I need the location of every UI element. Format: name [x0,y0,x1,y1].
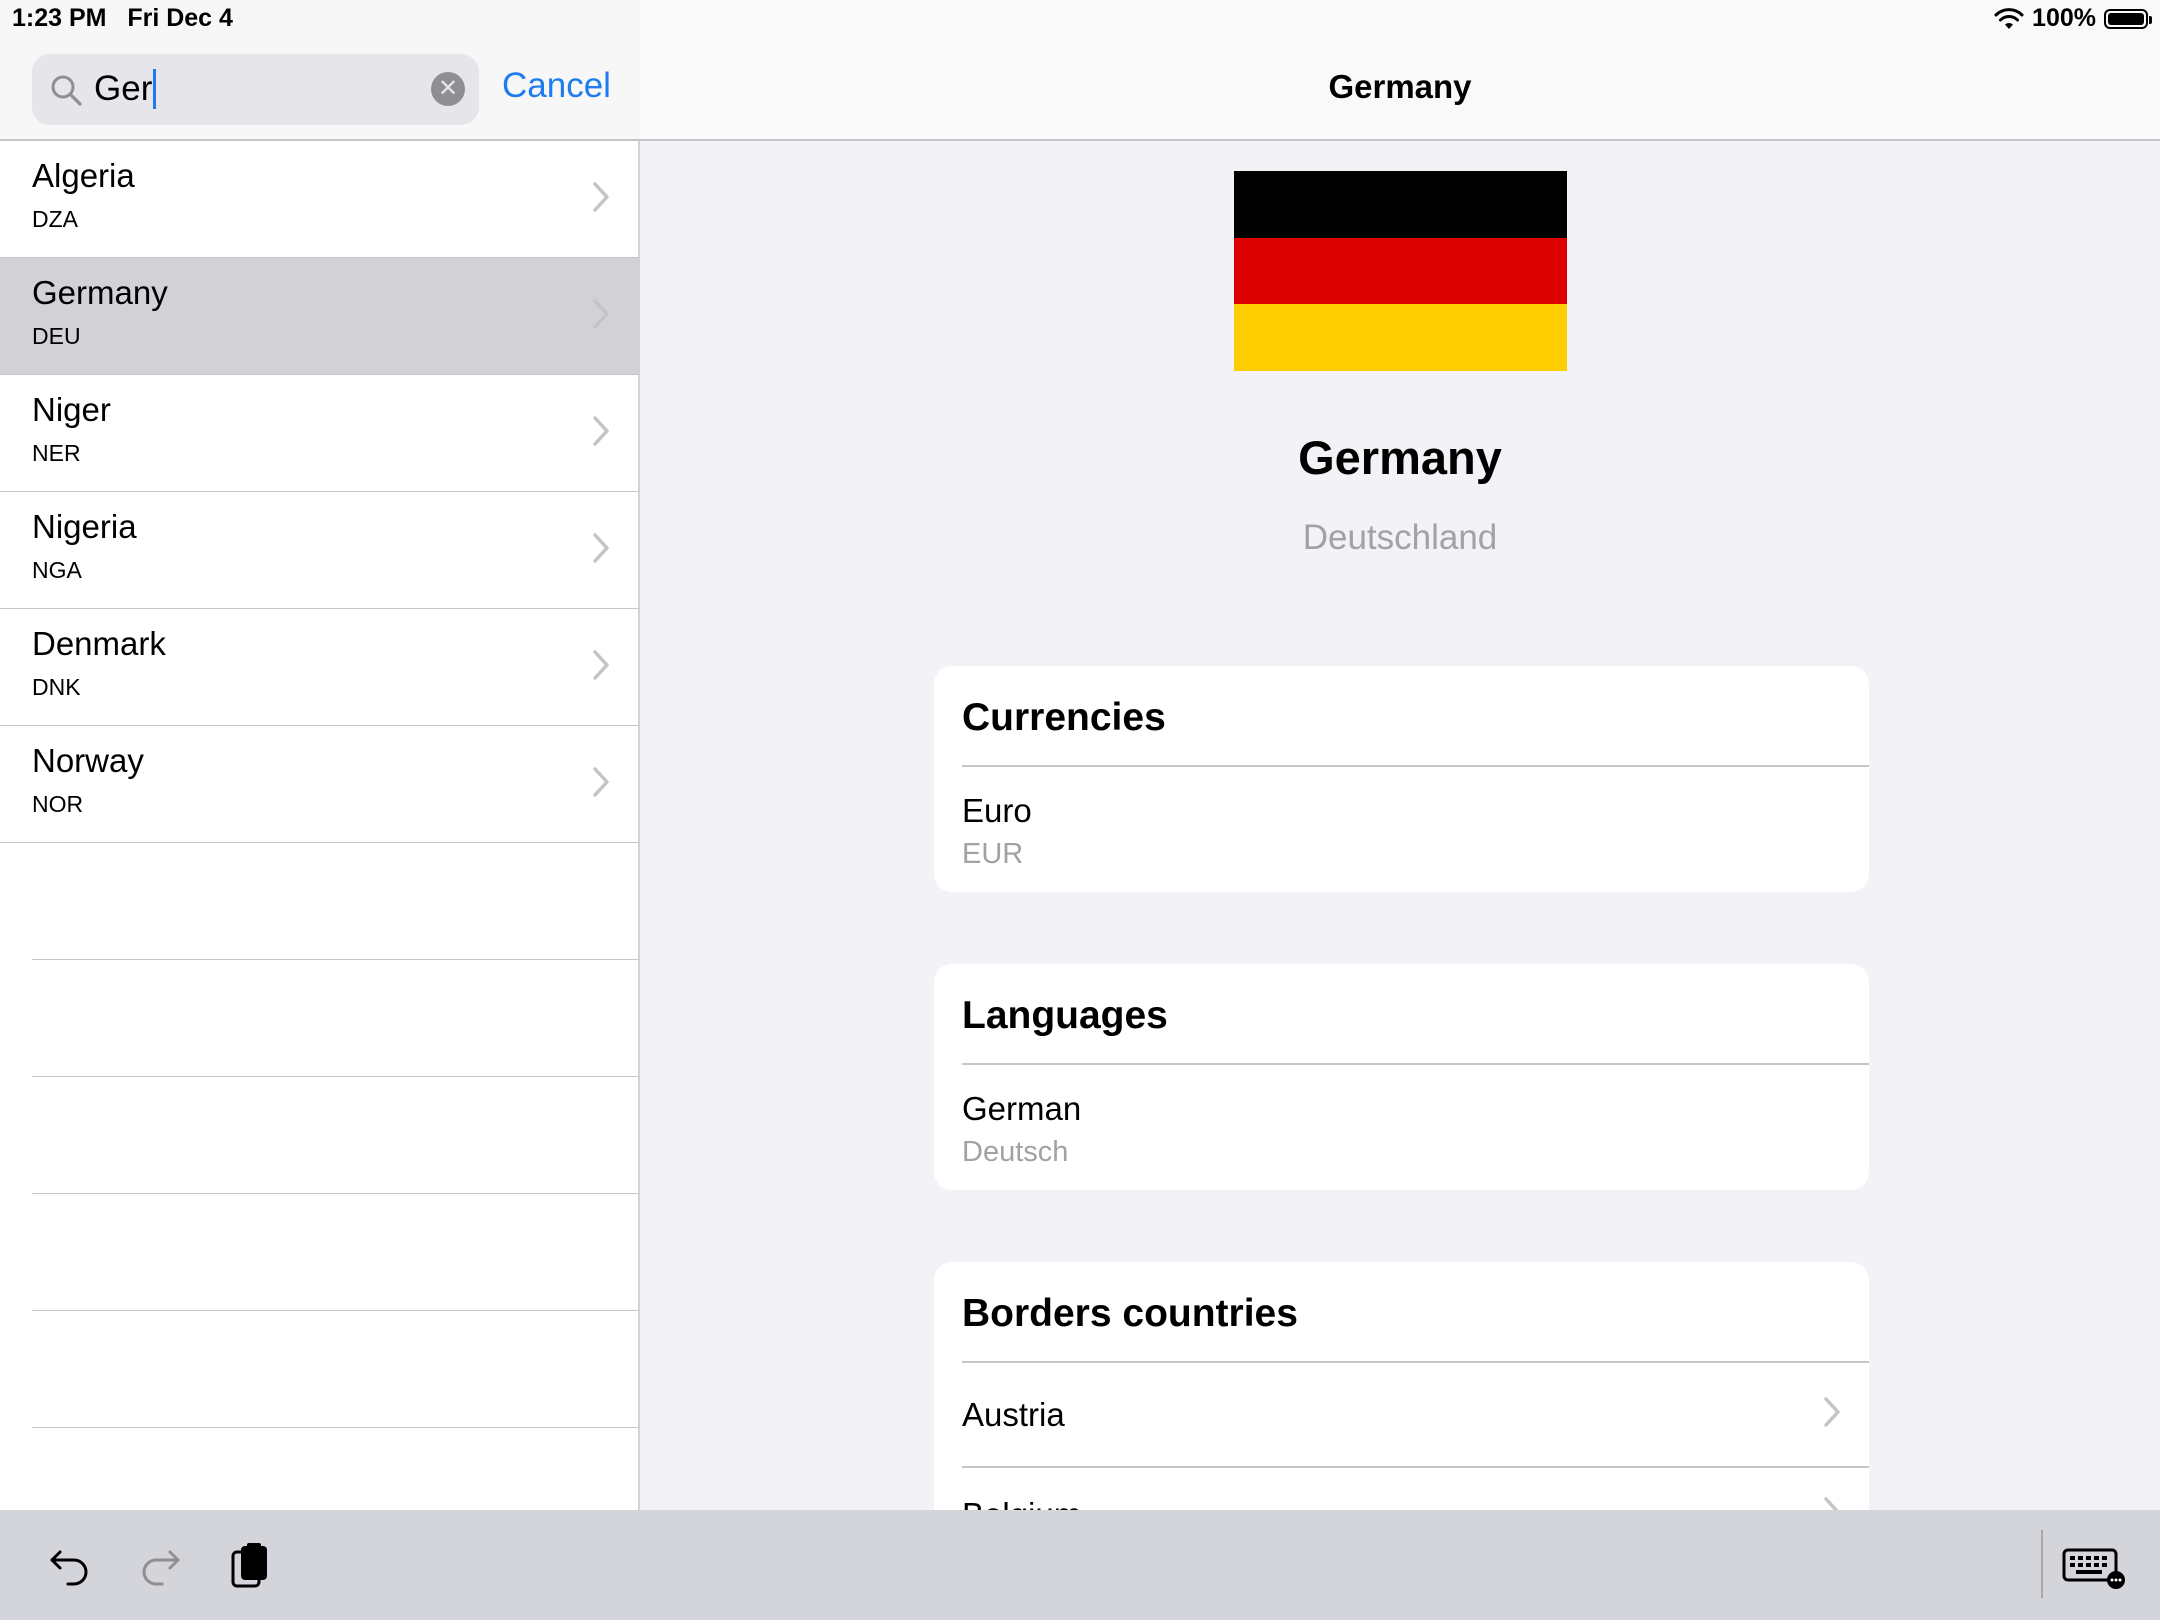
divider [962,765,1869,767]
flag-stripe-top [1234,171,1567,238]
search-field[interactable]: Ger ✕ [32,54,479,125]
flag-stripe-middle [1234,237,1567,305]
detail-nav-bar: Germany [640,0,2160,141]
country-list: Algeria DZA Germany DEU Niger NER Nigeria NGA De… [0,141,638,1545]
detail-pane: Germany Germany Deutschland Currencies E… [640,0,2160,1562]
chevron-right-icon [593,182,609,212]
country-row-germany[interactable]: Germany DEU [0,258,638,375]
empty-row [32,960,638,1077]
country-row-name: Denmark [32,625,166,662]
toolbar-separator [2041,1530,2043,1598]
cancel-button[interactable]: Cancel [502,66,611,106]
country-row-code: DZA [32,206,78,232]
country-name: Germany [1298,431,1502,484]
border-country-row-austria[interactable]: Austria [962,1366,1869,1468]
empty-row [32,1311,638,1428]
chevron-right-icon [593,299,609,329]
flag-image [1234,171,1567,371]
currency-code: EUR [962,838,1024,870]
languages-card: Languages German Deutsch [934,964,1869,1190]
currencies-title: Currencies [962,696,1166,739]
paste-icon[interactable] [226,1542,274,1590]
language-native-name: Deutsch [962,1136,1069,1168]
status-bar-time: 1:23 PM Fri Dec 4 [12,4,233,32]
search-input[interactable]: Ger [94,68,157,109]
country-row-code: NER [32,440,81,466]
country-row-code: NGA [32,557,82,583]
country-native-name: Deutschland [1302,518,1498,557]
country-row-code: NOR [32,791,84,817]
country-row-name: Algeria [32,157,135,194]
chevron-right-icon [1824,1397,1840,1427]
country-row-name: Niger [32,391,111,428]
country-row-norway[interactable]: Norway NOR [0,726,638,843]
currency-name: Euro [962,792,1032,829]
chevron-right-icon [593,416,609,446]
currencies-card: Currencies Euro EUR [934,666,1869,892]
status-bar-date: Fri Dec 4 [127,4,233,32]
status-bar-right: 100% [1994,4,2152,33]
country-row-name: Germany [32,274,168,311]
close-icon: ✕ [437,75,459,102]
sidebar: Ger ✕ Cancel Algeria DZA Germany DEU Niger NE… [0,0,640,1545]
borders-title: Borders countries [962,1292,1298,1335]
clear-search-button[interactable]: ✕ [431,72,465,106]
country-row-denmark[interactable]: Denmark DNK [0,609,638,726]
battery-percent: 100% [2032,4,2096,32]
country-row-niger[interactable]: Niger NER [0,375,638,492]
chevron-right-icon [593,767,609,797]
languages-title: Languages [962,994,1168,1037]
battery-icon [2104,8,2152,29]
country-row-name: Nigeria [32,508,137,545]
country-row-name: Norway [32,742,144,779]
text-cursor [153,68,157,109]
divider [962,1063,1869,1065]
chevron-right-icon [593,533,609,563]
divider [962,1361,1869,1363]
country-row-code: DEU [32,323,81,349]
empty-row [32,1194,638,1311]
flag-stripe-bottom [1234,304,1567,371]
wifi-icon [1994,7,2024,29]
country-row-algeria[interactable]: Algeria DZA [0,141,638,258]
search-icon [51,75,82,106]
nav-title: Germany [1328,68,1472,105]
chevron-right-icon [593,650,609,680]
redo-icon[interactable] [136,1542,184,1590]
empty-row [32,1077,638,1194]
keyboard-shortcut-bar [0,1510,2160,1620]
language-name: German [962,1090,1082,1127]
country-row-code: DNK [32,674,81,700]
keyboard-hide-icon[interactable] [2062,1542,2126,1590]
border-country-name: Austria [962,1396,1065,1433]
country-row-nigeria[interactable]: Nigeria NGA [0,492,638,609]
undo-icon[interactable] [46,1542,94,1590]
empty-row [32,843,638,960]
